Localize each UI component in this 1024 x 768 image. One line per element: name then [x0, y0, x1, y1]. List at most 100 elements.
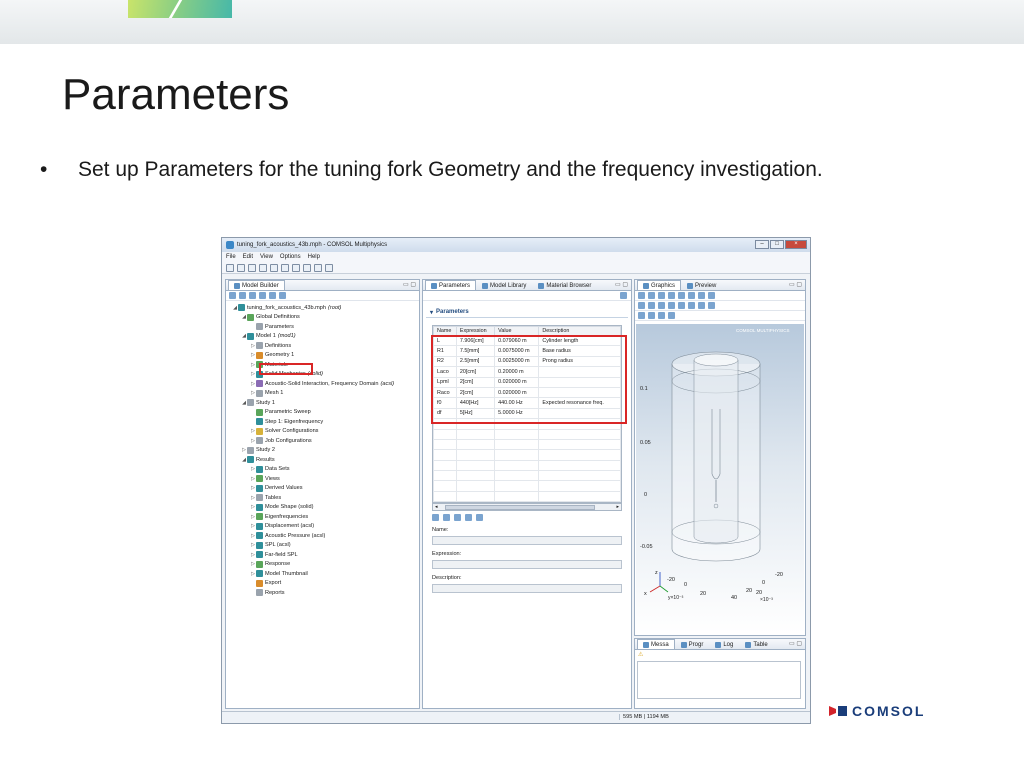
tree-node[interactable]: ▷ Model Thumbnail: [228, 569, 419, 579]
table-cell[interactable]: [433, 428, 457, 440]
tab-preview[interactable]: Preview: [681, 280, 722, 290]
zoom-box-icon[interactable]: [678, 292, 685, 299]
expand-icon[interactable]: [269, 292, 276, 299]
tree-node[interactable]: ◢ Study 1: [228, 398, 419, 408]
table-cell[interactable]: [494, 449, 540, 461]
table-cell[interactable]: [538, 438, 621, 451]
menu-help[interactable]: Help: [308, 254, 320, 260]
tree-node[interactable]: ◢ Results: [228, 455, 419, 465]
tree-node[interactable]: ▷ Eigenfrequencies: [228, 512, 419, 522]
empty-table-row[interactable]: [433, 428, 621, 440]
table-cell[interactable]: [455, 480, 496, 492]
table-horizontal-scrollbar[interactable]: ◂ ▸: [432, 503, 622, 511]
table-cell[interactable]: [433, 459, 457, 472]
expression-field[interactable]: [432, 560, 622, 569]
tab-messages[interactable]: Messa: [637, 639, 675, 649]
empty-table-row[interactable]: [433, 470, 621, 482]
select-box-icon[interactable]: [648, 312, 655, 319]
light-icon[interactable]: [698, 302, 705, 309]
table-cell[interactable]: [433, 470, 457, 482]
table-cell[interactable]: [433, 438, 457, 451]
tree-node[interactable]: ▷ Acoustic-Solid Interaction, Frequency D…: [228, 379, 419, 389]
grid-icon[interactable]: [708, 292, 715, 299]
menu-options[interactable]: Options: [280, 254, 301, 260]
tree-node[interactable]: ▷ Mesh 1: [228, 389, 419, 399]
compute-icon[interactable]: [325, 263, 333, 272]
table-cell[interactable]: [494, 470, 540, 482]
tree-node[interactable]: Step 1: Eigenfrequency: [228, 417, 419, 427]
wireframe-icon[interactable]: [688, 302, 695, 309]
graphics-canvas[interactable]: COMSOL MULTIPHYSICS 0.1 0.05 0 -0.05 -20…: [636, 324, 804, 633]
scroll-left-icon[interactable]: ◂: [435, 504, 438, 510]
table-cell[interactable]: [494, 459, 540, 472]
redo-icon[interactable]: [281, 263, 289, 272]
parameters-section-header[interactable]: ▾ Parameters: [426, 307, 628, 318]
tree-node[interactable]: Export: [228, 579, 419, 589]
undo-icon[interactable]: [270, 263, 278, 272]
graphics-min-max-icon[interactable]: ▭ ▢: [789, 281, 802, 288]
tab-table[interactable]: Table: [739, 639, 773, 649]
zoom-out-icon[interactable]: [648, 292, 655, 299]
tree-node[interactable]: ▷ Response: [228, 560, 419, 570]
table-cell[interactable]: [455, 449, 496, 461]
scroll-right-icon[interactable]: ▸: [616, 504, 619, 510]
tree-node[interactable]: ▷ Displacement (acsl): [228, 522, 419, 532]
tab-model-library[interactable]: Model Library: [476, 280, 532, 290]
tree-node[interactable]: ▷ Job Configurations: [228, 436, 419, 446]
load-from-file-icon[interactable]: [465, 514, 472, 521]
screenshot-icon[interactable]: [668, 312, 675, 319]
tab-parameters[interactable]: Parameters: [425, 280, 477, 290]
tab-material-browser[interactable]: Material Browser: [532, 280, 597, 290]
tree-node[interactable]: ▷ Solid Mechanics (solid): [228, 370, 419, 380]
tree-node[interactable]: ▷ Derived Values: [228, 484, 419, 494]
messages-text-area[interactable]: [637, 661, 801, 699]
messages-min-max-icon[interactable]: ▭ ▢: [789, 640, 802, 647]
zoom-extents-icon[interactable]: [688, 292, 695, 299]
tab-progress[interactable]: Progr: [675, 639, 710, 649]
show-icon[interactable]: [249, 292, 256, 299]
empty-table-row[interactable]: [433, 438, 621, 451]
select-icon[interactable]: [638, 312, 645, 319]
table-cell[interactable]: [455, 490, 496, 502]
tree-node[interactable]: ▷ Mode Shape (solid): [228, 503, 419, 513]
tree-node[interactable]: ◢ tuning_fork_acoustics_43b.mph (root): [228, 303, 419, 313]
tree-node[interactable]: ▷ Far-field SPL: [228, 550, 419, 560]
zoom-in-icon[interactable]: [638, 292, 645, 299]
settings-min-max-icon[interactable]: ▭ ▢: [615, 281, 628, 288]
tree-node[interactable]: ▷ Definitions: [228, 341, 419, 351]
save-to-file-icon[interactable]: [476, 514, 483, 521]
windows-icon[interactable]: [314, 263, 322, 272]
model-wizard-icon[interactable]: [292, 263, 300, 272]
delete-icon[interactable]: [454, 514, 461, 521]
tree-node[interactable]: ◢ Global Definitions: [228, 313, 419, 323]
table-cell[interactable]: [455, 438, 496, 451]
table-cell[interactable]: [494, 438, 540, 451]
table-cell[interactable]: [538, 428, 621, 440]
save-icon[interactable]: [248, 263, 256, 272]
table-cell[interactable]: [494, 428, 540, 440]
scrollbar-thumb[interactable]: [445, 505, 595, 510]
tree-node[interactable]: ▷ Study 2: [228, 446, 419, 456]
tree-node[interactable]: Parameters: [228, 322, 419, 332]
new-file-icon[interactable]: [226, 263, 234, 272]
pane-min-max-icon[interactable]: ▭ ▢: [403, 281, 416, 288]
tab-graphics[interactable]: Graphics: [637, 280, 682, 290]
view-icon[interactable]: [668, 292, 675, 299]
table-cell[interactable]: [494, 490, 540, 502]
tree-node[interactable]: ▷ Data Sets: [228, 465, 419, 475]
tree-node[interactable]: Reports: [228, 588, 419, 598]
forward-arrow-icon[interactable]: [239, 292, 246, 299]
table-cell[interactable]: [455, 459, 496, 472]
settings-compute-icon[interactable]: [620, 292, 627, 299]
tree-node[interactable]: ▷ Tables: [228, 493, 419, 503]
table-cell[interactable]: [433, 449, 457, 461]
axis-orientation-icon[interactable]: [638, 302, 645, 309]
minimize-icon[interactable]: –: [755, 240, 769, 249]
empty-table-row[interactable]: [433, 480, 621, 492]
tree-node[interactable]: ▷ Geometry 1: [228, 351, 419, 361]
table-cell[interactable]: [433, 490, 457, 502]
empty-table-row[interactable]: [433, 490, 621, 502]
table-cell[interactable]: [455, 470, 496, 482]
table-cell[interactable]: [494, 480, 540, 492]
table-cell[interactable]: [538, 449, 621, 461]
